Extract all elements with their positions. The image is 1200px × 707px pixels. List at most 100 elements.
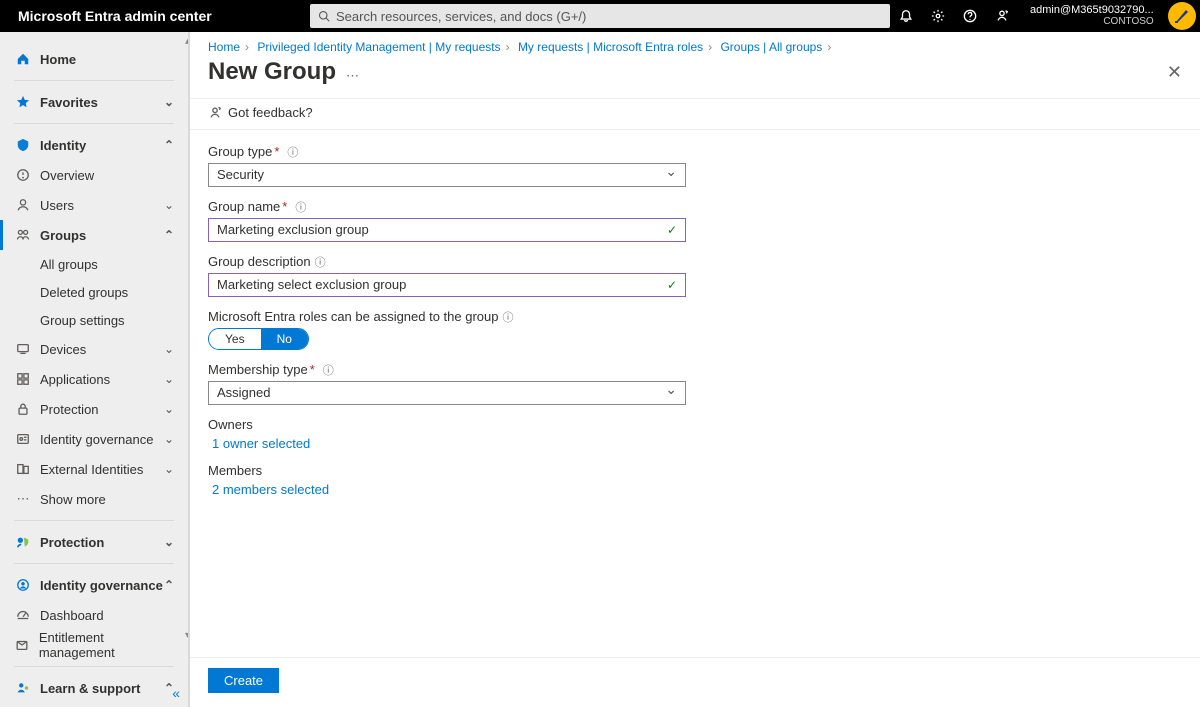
membership-type-select[interactable]: Assigned [208, 381, 686, 405]
search-icon [318, 10, 330, 22]
sidebar-label: Favorites [40, 95, 98, 110]
page-title: New Group [208, 58, 336, 86]
membership-type-value: Assigned [217, 385, 270, 400]
sidebar-label: Identity [40, 138, 86, 153]
sidebar-item-applications[interactable]: Applications ⌄ [0, 364, 188, 394]
group-name-input[interactable]: Marketing exclusion group ✓ [208, 218, 686, 242]
sidebar-item-identity[interactable]: Identity ⌃ [0, 130, 188, 160]
sidebar-label: Dashboard [40, 608, 104, 623]
info-icon[interactable]: ⓘ [315, 254, 326, 270]
valid-check-icon: ✓ [667, 223, 677, 237]
sidebar-item-idgov[interactable]: Identity governance ⌃ [0, 570, 188, 600]
sidebar-item-home[interactable]: Home [0, 44, 188, 74]
global-search[interactable]: Search resources, services, and docs (G+… [310, 4, 890, 28]
sidebar-sub-group-settings[interactable]: Group settings [0, 306, 188, 334]
owners-selected-link[interactable]: 1 owner selected [212, 436, 1182, 451]
sidebar-label: Devices [40, 342, 86, 357]
group-name-label: Group name* ⓘ [208, 199, 1182, 215]
feedback-label: Got feedback? [228, 105, 313, 120]
sidebar-sub-all-groups[interactable]: All groups [0, 250, 188, 278]
identity-icon [14, 138, 32, 152]
sidebar-label: Home [40, 52, 76, 67]
sidebar-label: Identity governance [40, 578, 163, 593]
external-icon [14, 462, 32, 476]
sidebar-item-devices[interactable]: Devices ⌄ [0, 334, 188, 364]
sidebar-collapse-button[interactable]: « [172, 685, 180, 701]
scroll-down-icon[interactable]: ▾ [185, 630, 190, 641]
help-icon[interactable] [954, 0, 986, 32]
chevron-down-icon: ⌄ [164, 432, 174, 446]
more-icon: ⋯ [14, 491, 32, 507]
top-bar: Microsoft Entra admin center Search reso… [0, 0, 1200, 32]
chevron-down-icon: ⌄ [164, 372, 174, 386]
chevron-up-icon: ⌃ [164, 578, 174, 592]
crumb-myrequests[interactable]: My requests | Microsoft Entra roles [518, 40, 703, 54]
sidebar-item-showmore[interactable]: ⋯ Show more [0, 484, 188, 514]
sidebar-item-dashboard[interactable]: Dashboard [0, 600, 188, 630]
global-search-placeholder: Search resources, services, and docs (G+… [336, 9, 586, 24]
star-icon [14, 95, 32, 109]
sidebar-item-entitlement[interactable]: Entitlement management [0, 630, 188, 660]
scroll-up-icon[interactable]: ▴ [185, 36, 190, 47]
sidebar-item-favorites[interactable]: Favorites ⌄ [0, 87, 188, 117]
group-type-label: Group type* ⓘ [208, 144, 1182, 160]
info-icon[interactable]: ⓘ [503, 309, 514, 325]
group-type-select[interactable]: Security [208, 163, 686, 187]
feedback-person-icon [208, 106, 222, 120]
sidebar-sub-deleted-groups[interactable]: Deleted groups [0, 278, 188, 306]
create-button[interactable]: Create [208, 668, 279, 693]
group-desc-value: Marketing select exclusion group [217, 277, 406, 292]
tenant-name: CONTOSO [1030, 16, 1154, 28]
more-actions-button[interactable]: ⋯ [346, 60, 359, 84]
user-icon [14, 198, 32, 212]
sidebar-item-learn[interactable]: Learn & support ⌃ [0, 673, 188, 703]
info-icon[interactable]: ⓘ [287, 144, 298, 160]
chevron-down-icon: ⌄ [164, 342, 174, 356]
crumb-groups[interactable]: Groups | All groups [720, 40, 822, 54]
sidebar-label: Protection [40, 402, 99, 417]
close-blade-button[interactable]: ✕ [1167, 62, 1182, 83]
chevron-down-icon: ⌄ [164, 95, 174, 109]
learn-icon [14, 681, 32, 695]
sidebar-label: Protection [40, 535, 104, 550]
info-icon[interactable]: ⓘ [323, 362, 334, 378]
group-name-value: Marketing exclusion group [217, 222, 369, 237]
owners-label: Owners [208, 417, 1182, 432]
idgov-cat-icon [14, 578, 32, 592]
crumb-home[interactable]: Home [208, 40, 240, 54]
crumb-pim[interactable]: Privileged Identity Management | My requ… [257, 40, 500, 54]
settings-icon[interactable] [922, 0, 954, 32]
sidebar-item-protection[interactable]: Protection ⌄ [0, 527, 188, 557]
roles-assignable-toggle[interactable]: Yes No [208, 328, 309, 350]
toggle-no[interactable]: No [261, 329, 308, 349]
protection-icon [14, 535, 32, 549]
toggle-yes[interactable]: Yes [209, 329, 261, 349]
sidebar-label: Learn & support [40, 681, 140, 696]
sidebar-item-protection-sub[interactable]: Protection ⌄ [0, 394, 188, 424]
sidebar-item-overview[interactable]: Overview [0, 160, 188, 190]
group-desc-label: Group description ⓘ [208, 254, 1182, 270]
sidebar-item-external[interactable]: External Identities ⌄ [0, 454, 188, 484]
membership-type-label: Membership type* ⓘ [208, 362, 1182, 378]
sidebar-label: Overview [40, 168, 94, 183]
new-group-form: Group type* ⓘ Security Group name* ⓘ Mar… [190, 130, 1200, 658]
group-desc-input[interactable]: Marketing select exclusion group ✓ [208, 273, 686, 297]
sidebar-item-users[interactable]: Users ⌄ [0, 190, 188, 220]
members-selected-link[interactable]: 2 members selected [212, 482, 1182, 497]
valid-check-icon: ✓ [667, 278, 677, 292]
sidebar-item-groups[interactable]: Groups ⌃ [0, 220, 188, 250]
roles-assignable-label: Microsoft Entra roles can be assigned to… [208, 309, 1182, 325]
notifications-icon[interactable] [890, 0, 922, 32]
avatar[interactable] [1168, 2, 1196, 30]
members-label: Members [208, 463, 1182, 478]
sidebar-item-idgov-sub[interactable]: Identity governance ⌄ [0, 424, 188, 454]
account-block[interactable]: admin@M365t9032790... CONTOSO [1018, 4, 1164, 28]
chevron-down-icon: ⌄ [164, 402, 174, 416]
feedback-icon[interactable] [986, 0, 1018, 32]
got-feedback-button[interactable]: Got feedback? [208, 105, 313, 120]
lock-icon [14, 402, 32, 416]
brand-title: Microsoft Entra admin center [0, 8, 310, 24]
chevron-up-icon: ⌃ [164, 228, 174, 242]
dashboard-icon [14, 608, 32, 622]
info-icon[interactable]: ⓘ [295, 199, 306, 215]
